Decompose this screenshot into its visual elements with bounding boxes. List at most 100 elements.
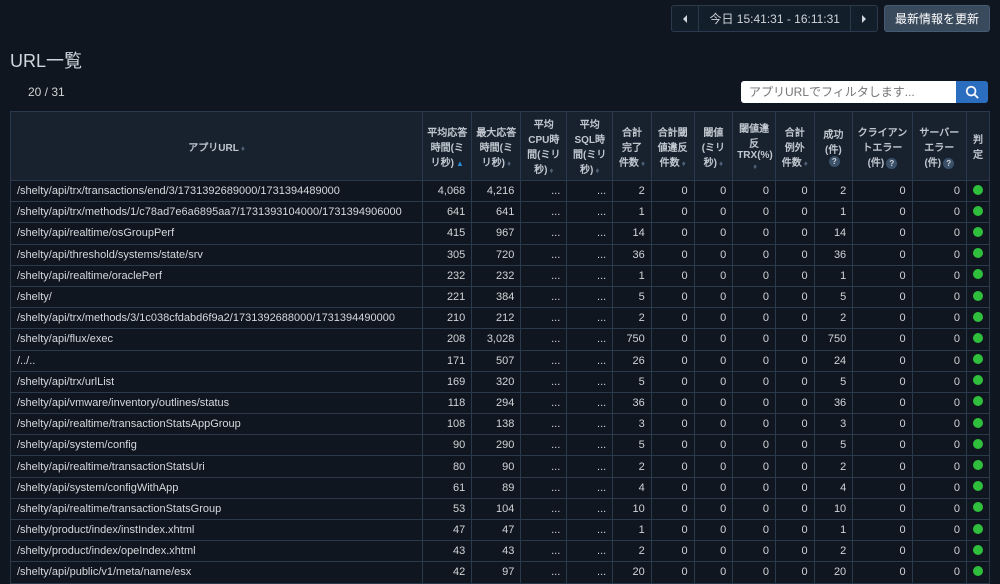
cell-url[interactable]: /../.. xyxy=(11,350,423,371)
col-cpu[interactable]: 平均CPU時間(ミリ秒)♦ xyxy=(521,112,567,181)
status-ok-icon xyxy=(973,524,983,534)
cell-viol: 0 xyxy=(651,329,694,350)
cell-url[interactable]: /shelty/api/threshold/systems/state/srv xyxy=(11,244,423,265)
cell-thr: 0 xyxy=(694,498,733,519)
col-done[interactable]: 合計完了件数♦ xyxy=(613,112,652,181)
cell-ok: 5 xyxy=(814,371,853,392)
cell-url[interactable]: /shelty/api/trx/urlList xyxy=(11,371,423,392)
cell-ce: 0 xyxy=(853,286,912,307)
status-ok-icon xyxy=(973,291,983,301)
cell-url[interactable]: /shelty/api/trx/transactions/end/3/17313… xyxy=(11,181,423,202)
cell-cpu: ... xyxy=(521,456,567,477)
col-pct[interactable]: 閾値違反TRX(%)♦ xyxy=(733,112,776,181)
cell-sql: ... xyxy=(567,392,613,413)
table-row[interactable]: /shelty/api/system/configWithApp6189....… xyxy=(11,477,990,498)
table-row[interactable]: /shelty/221384......50000500 xyxy=(11,286,990,307)
table-row[interactable]: /shelty/api/flux/exec2083,028......75000… xyxy=(11,329,990,350)
col-ex[interactable]: 合計例外件数♦ xyxy=(775,112,814,181)
cell-url[interactable]: /shelty/product/index/instIndex.xhtml xyxy=(11,520,423,541)
table-row[interactable]: /shelty/product/index/opeIndex.xhtml4343… xyxy=(11,541,990,562)
cell-viol: 0 xyxy=(651,181,694,202)
cell-thr: 0 xyxy=(694,456,733,477)
table-row[interactable]: /shelty/api/trx/methods/3/1c038cfdabd6f9… xyxy=(11,308,990,329)
table-row[interactable]: /shelty/api/vmware/inventory/outlines/st… xyxy=(11,392,990,413)
cell-ex: 0 xyxy=(775,329,814,350)
time-range-label[interactable]: 今日 15:41:31 - 16:11:31 xyxy=(698,6,851,31)
col-status[interactable]: 判定 xyxy=(966,112,989,181)
cell-url[interactable]: /shelty/api/realtime/transactionStatsGro… xyxy=(11,498,423,519)
help-icon[interactable]: ? xyxy=(829,156,840,167)
table-row[interactable]: /shelty/api/realtime/transactionStatsUri… xyxy=(11,456,990,477)
cell-url[interactable]: /shelty/product/index/opeIndex.xhtml xyxy=(11,541,423,562)
status-ok-icon xyxy=(973,418,983,428)
cell-ok: 750 xyxy=(814,329,853,350)
cell-url[interactable]: /shelty/api/trx/methods/3/1c038cfdabd6f9… xyxy=(11,308,423,329)
col-max[interactable]: 最大応答時間(ミリ秒)♦ xyxy=(472,112,521,181)
table-row[interactable]: /shelty/product/index/instIndex.xhtml474… xyxy=(11,520,990,541)
cell-ce: 0 xyxy=(853,392,912,413)
status-ok-icon xyxy=(973,502,983,512)
table-row[interactable]: /../..171507......2600002400 xyxy=(11,350,990,371)
cell-url[interactable]: /shelty/api/flux/exec xyxy=(11,329,423,350)
table-row[interactable]: /shelty/api/realtime/oraclePerf232232...… xyxy=(11,265,990,286)
cell-avg: 641 xyxy=(423,202,472,223)
url-filter-input[interactable] xyxy=(741,81,956,103)
cell-sql: ... xyxy=(567,286,613,307)
cell-url[interactable]: /shelty/api/public/v1/meta/name/esx xyxy=(11,562,423,583)
cell-viol: 0 xyxy=(651,520,694,541)
cell-url[interactable]: /shelty/api/realtime/oraclePerf xyxy=(11,265,423,286)
cell-url[interactable]: /shelty/api/trx/methods/1/c78ad7e6a6895a… xyxy=(11,202,423,223)
cell-ex: 0 xyxy=(775,223,814,244)
help-icon[interactable]: ? xyxy=(886,158,897,169)
next-time-button[interactable] xyxy=(851,10,877,28)
help-icon[interactable]: ? xyxy=(943,158,954,169)
cell-ex: 0 xyxy=(775,456,814,477)
table-row[interactable]: /shelty/api/realtime/osGroupPerf415967..… xyxy=(11,223,990,244)
status-ok-icon xyxy=(973,312,983,322)
table-row[interactable]: /shelty/api/realtime/transactionStatsGro… xyxy=(11,498,990,519)
col-url[interactable]: アプリURL♦ xyxy=(11,112,423,181)
table-row[interactable]: /shelty/api/public/v1/meta/name/esx4297.… xyxy=(11,562,990,583)
cell-ce: 0 xyxy=(853,562,912,583)
cell-url[interactable]: /shelty/api/system/configWithApp xyxy=(11,477,423,498)
cell-ce: 0 xyxy=(853,371,912,392)
col-ok[interactable]: 成功(件)? xyxy=(814,112,853,181)
table-row[interactable]: /shelty/api/trx/methods/1/c78ad7e6a6895a… xyxy=(11,202,990,223)
cell-avg: 90 xyxy=(423,435,472,456)
cell-max: 320 xyxy=(472,371,521,392)
cell-done: 5 xyxy=(613,286,652,307)
col-sql[interactable]: 平均SQL時間(ミリ秒)♦ xyxy=(567,112,613,181)
prev-time-button[interactable] xyxy=(672,10,698,28)
table-row[interactable]: /shelty/api/realtime/transactionStatsApp… xyxy=(11,414,990,435)
refresh-button[interactable]: 最新情報を更新 xyxy=(884,5,990,32)
table-row[interactable]: /shelty/api/trx/urlList169320......50000… xyxy=(11,371,990,392)
cell-url[interactable]: /shelty/api/realtime/transactionStatsUri xyxy=(11,456,423,477)
cell-thr: 0 xyxy=(694,371,733,392)
cell-ex: 0 xyxy=(775,541,814,562)
cell-url[interactable]: /shelty/api/system/config xyxy=(11,435,423,456)
sort-icon: ♦ xyxy=(804,159,808,168)
cell-url[interactable]: /shelty/api/vmware/inventory/outlines/st… xyxy=(11,392,423,413)
col-se[interactable]: サーバーエラー(件)? xyxy=(912,112,966,181)
cell-se: 0 xyxy=(912,202,966,223)
cell-se: 0 xyxy=(912,562,966,583)
cell-ok: 1 xyxy=(814,520,853,541)
table-row[interactable]: /shelty/api/system/config90290......5000… xyxy=(11,435,990,456)
col-viol[interactable]: 合計閾値違反件数♦ xyxy=(651,112,694,181)
filter-search-button[interactable] xyxy=(956,81,988,103)
col-avg[interactable]: 平均応答時間(ミリ秒)▲ xyxy=(423,112,472,181)
status-ok-icon xyxy=(973,269,983,279)
cell-cpu: ... xyxy=(521,562,567,583)
cell-url[interactable]: /shelty/ xyxy=(11,286,423,307)
cell-ok: 14 xyxy=(814,223,853,244)
table-row[interactable]: /shelty/api/threshold/systems/state/srv3… xyxy=(11,244,990,265)
cell-url[interactable]: /shelty/api/realtime/transactionStatsApp… xyxy=(11,414,423,435)
cell-cpu: ... xyxy=(521,202,567,223)
cell-ok: 1 xyxy=(814,202,853,223)
cell-pct: 0 xyxy=(733,477,776,498)
table-row[interactable]: /shelty/api/trx/transactions/end/3/17313… xyxy=(11,181,990,202)
col-ce[interactable]: クライアントエラー(件)? xyxy=(853,112,912,181)
cell-status xyxy=(966,244,989,265)
cell-url[interactable]: /shelty/api/realtime/osGroupPerf xyxy=(11,223,423,244)
col-thr[interactable]: 閾値(ミリ秒)♦ xyxy=(694,112,733,181)
